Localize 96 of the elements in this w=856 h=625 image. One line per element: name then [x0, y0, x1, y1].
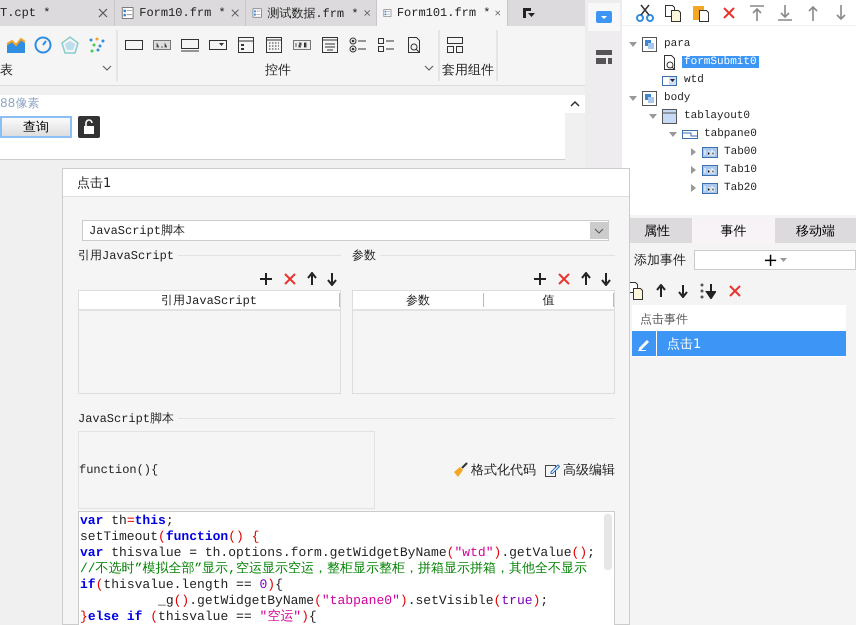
close-icon[interactable] [230, 8, 239, 18]
tree-item[interactable]: wtd [682, 74, 706, 86]
chevron-down-icon[interactable] [424, 65, 434, 72]
scrollbar-thumb[interactable] [604, 514, 612, 570]
close-icon[interactable] [364, 8, 370, 18]
tab-icon [702, 162, 718, 178]
panel-tab[interactable]: 移动端 [775, 218, 856, 243]
tree-item[interactable]: Tab10 [722, 164, 760, 176]
tree-item[interactable]: body [662, 92, 692, 104]
calendar-icon[interactable] [264, 36, 284, 54]
search-button-icon [662, 54, 678, 70]
tab-icon [702, 180, 718, 196]
broom-icon [452, 462, 468, 478]
expand-toggle-icon[interactable] [688, 183, 698, 193]
query-button[interactable]: 查询 [0, 116, 72, 138]
add-event-label: 添加事件 [633, 252, 687, 269]
close-icon[interactable] [495, 8, 501, 18]
widget-panel-button[interactable] [588, 3, 620, 31]
column-header: 值 [484, 293, 614, 307]
dropdown-box-icon [596, 11, 612, 23]
delete-icon[interactable] [283, 272, 297, 286]
tree-item[interactable]: para [662, 38, 692, 50]
expand-toggle-icon[interactable] [668, 129, 678, 139]
gauge-icon[interactable] [34, 36, 52, 54]
arrow-down-icon[interactable] [601, 272, 611, 286]
text-area-icon[interactable] [320, 36, 340, 54]
cut-icon[interactable] [636, 4, 654, 22]
radio-group-icon[interactable] [348, 36, 368, 54]
tree-item[interactable]: Tab00 [722, 146, 760, 158]
code-line: _g().getWidgetByName("tabpane0").setVisible(true); [157, 593, 548, 609]
chevron-down-icon[interactable] [102, 65, 112, 72]
code-line: var th=this; [80, 513, 174, 529]
expand-toggle-icon[interactable] [628, 93, 638, 103]
file-tab[interactable]: Form101.frm * [377, 0, 508, 26]
group-label: 套用组件 [442, 62, 494, 80]
delete-icon[interactable] [557, 272, 571, 286]
tree-item[interactable]: tablayout0 [682, 110, 752, 122]
arrow-down-icon[interactable] [678, 284, 688, 298]
code-line: if(thisvalue.length == 0){ [80, 577, 283, 593]
group-label: 控件 [265, 62, 291, 80]
close-icon[interactable] [98, 8, 108, 18]
code-line: var thisvalue = th.options.form.getWidgetByName("wtd").getValue(); [80, 545, 595, 561]
padlock-icon [83, 119, 95, 135]
area-chart-icon[interactable] [6, 36, 26, 54]
column-header: 参数 [353, 293, 484, 307]
column-header: 引用JavaScript [79, 293, 340, 307]
paste-icon[interactable] [692, 4, 710, 22]
delete-icon[interactable] [728, 284, 742, 298]
tree-item[interactable]: Tab20 [722, 182, 760, 194]
arrow-up-icon[interactable] [307, 272, 317, 286]
copy-icon[interactable] [664, 4, 682, 22]
chevron-up-icon [570, 101, 580, 107]
add-icon[interactable] [259, 272, 273, 286]
file-tab[interactable]: T.cpt * [0, 0, 115, 26]
list-box-icon[interactable] [236, 36, 256, 54]
layout-grid-icon[interactable] [446, 36, 464, 54]
lock-button[interactable] [78, 116, 100, 138]
group-label: 表 [0, 62, 13, 80]
caret-icon [780, 258, 788, 262]
arrow-down-icon[interactable] [327, 272, 337, 286]
section-legend: 参数 [352, 247, 615, 264]
section-legend: 引用JavaScript [78, 247, 341, 264]
tree-container-icon [642, 90, 658, 106]
code-editor[interactable] [78, 511, 615, 625]
move-top-icon[interactable] [748, 4, 766, 22]
script-type-select[interactable]: JavaScript脚本 [82, 220, 609, 241]
advanced-edit-button[interactable]: 高级编辑 [544, 461, 615, 479]
code-line: //不选时”模拟全部”显示,空运显示空运，整柜显示整柜，拼箱显示拼箱，其他全不显示 [80, 561, 588, 577]
dialog-title: 点击1 [63, 169, 629, 197]
size-hint: 88像素 [0, 95, 40, 112]
tree-item[interactable]: tabpane0 [702, 128, 759, 140]
checkbox-group-icon[interactable] [376, 36, 396, 54]
scatter-chart-icon[interactable] [88, 36, 106, 53]
layout-icon [596, 50, 612, 64]
tree-container-icon [642, 36, 658, 52]
move-bottom-icon[interactable] [700, 283, 716, 299]
function-signature: function(){ [78, 431, 375, 509]
dropdown-icon [522, 7, 536, 19]
code-line: }else if (thisvalue == "空运"){ [80, 609, 317, 625]
section-legend: JavaScript脚本 [78, 410, 615, 427]
code-line: setTimeout(function() { [80, 529, 260, 545]
edit-icon [544, 462, 560, 478]
tab-layout-icon [662, 108, 678, 124]
tab-icon [702, 144, 718, 160]
add-event-dropdown[interactable]: + [694, 250, 856, 270]
event-group-label: 点击事件 [639, 311, 689, 328]
expand-toggle-icon[interactable] [688, 165, 698, 175]
expand-toggle-icon[interactable] [688, 147, 698, 157]
arrow-up-icon[interactable] [581, 272, 591, 286]
format-code-button[interactable]: 格式化代码 [452, 461, 536, 479]
expand-toggle-icon[interactable] [648, 111, 658, 121]
scroll-up-button[interactable] [565, 95, 585, 113]
chevron-down-icon [594, 228, 604, 234]
arrow-up-icon[interactable] [656, 284, 666, 298]
add-icon[interactable] [533, 272, 547, 286]
expand-toggle-icon[interactable] [628, 39, 638, 49]
